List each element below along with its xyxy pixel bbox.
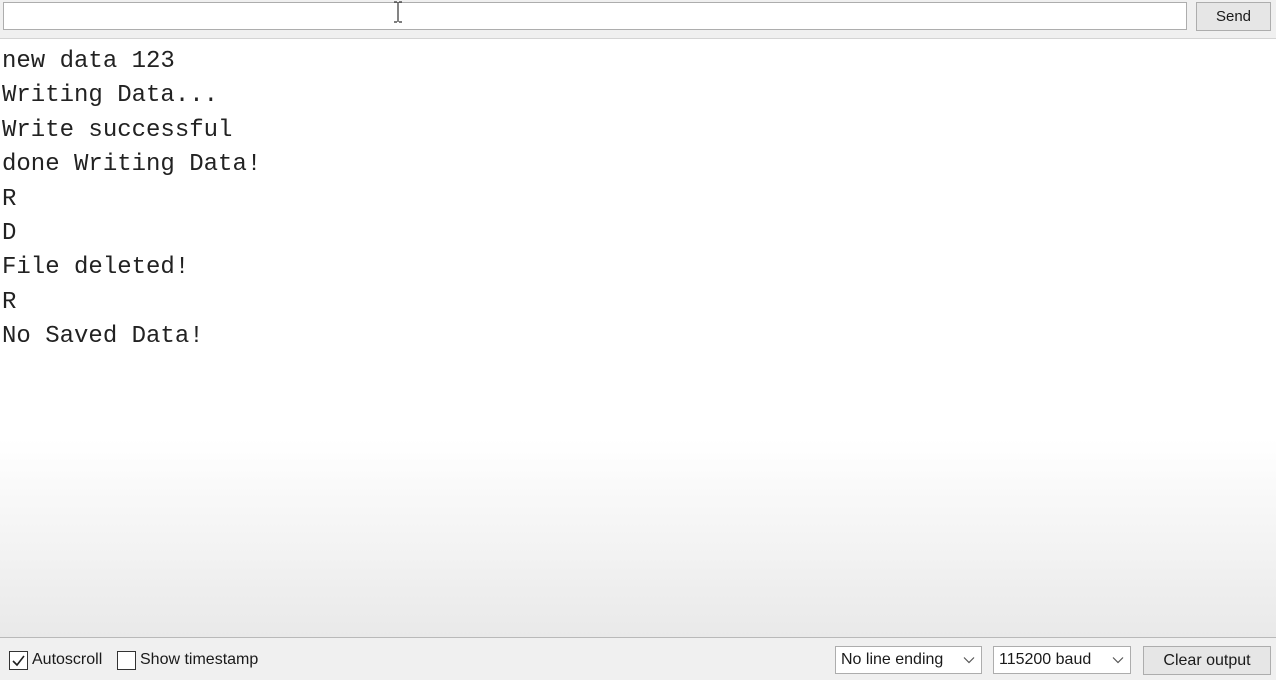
output-line: new data 123 — [2, 48, 175, 75]
chevron-down-icon — [963, 657, 975, 664]
output-lines: new data 123 Writing Data... Write succe… — [0, 39, 1276, 355]
checkmark-icon — [12, 655, 25, 666]
output-line: File deleted! — [2, 254, 190, 282]
send-button[interactable]: Send — [1196, 2, 1271, 31]
send-toolbar: Send — [0, 0, 1276, 39]
show-timestamp-label: Show timestamp — [140, 651, 259, 668]
send-input[interactable] — [3, 2, 1187, 30]
line-ending-select[interactable]: No line ending — [835, 646, 982, 674]
autoscroll-checkbox[interactable] — [9, 650, 28, 670]
line-ending-value: No line ending — [841, 651, 944, 668]
output-line: R — [2, 185, 17, 213]
status-bar: Autoscroll Show timestamp No line ending… — [0, 637, 1276, 680]
baud-rate-select[interactable]: 115200 baud — [993, 646, 1131, 674]
output-line: No Saved Data! — [2, 323, 204, 351]
autoscroll-label: Autoscroll — [32, 651, 103, 668]
output-line: R — [2, 288, 17, 316]
autoscroll-toggle[interactable]: Autoscroll — [9, 649, 102, 671]
clear-output-button[interactable]: Clear output — [1143, 646, 1271, 675]
baud-rate-value: 115200 baud — [999, 651, 1092, 668]
output-line: Writing Data... — [2, 82, 219, 110]
output-line: done Writing Data! — [2, 151, 262, 179]
output-line: D — [2, 219, 17, 247]
output-line: Write successful — [2, 116, 233, 144]
chevron-down-icon — [1112, 657, 1124, 664]
show-timestamp-toggle[interactable]: Show timestamp — [117, 649, 258, 671]
serial-output-area[interactable]: new data 123 Writing Data... Write succe… — [0, 39, 1276, 637]
show-timestamp-checkbox[interactable] — [117, 650, 136, 670]
serial-monitor-window: Send new data 123 Writing Data... Write … — [0, 0, 1276, 680]
